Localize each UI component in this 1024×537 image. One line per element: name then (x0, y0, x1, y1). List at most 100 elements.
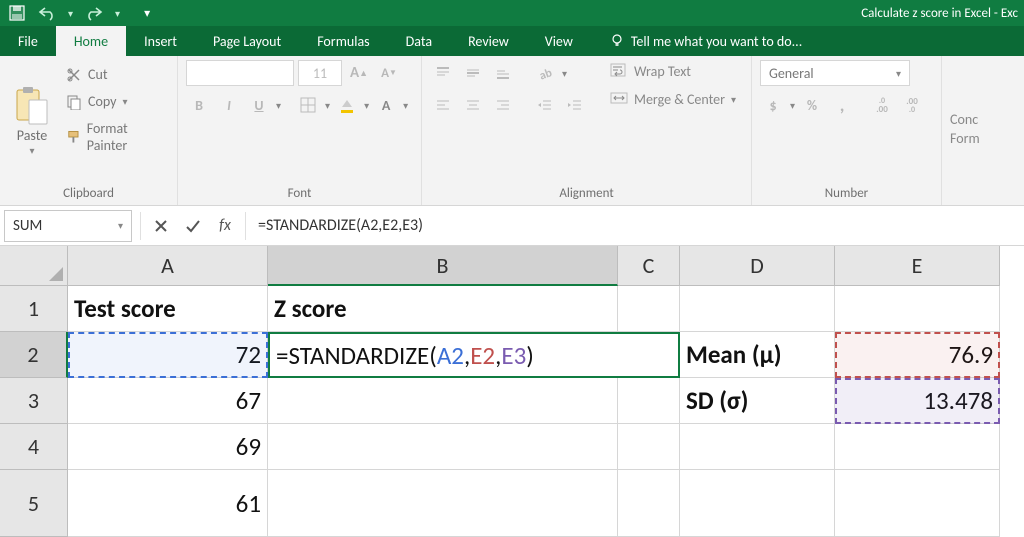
percent-format-icon[interactable]: % (799, 92, 825, 118)
redo-icon[interactable] (83, 5, 105, 21)
cell-C1[interactable] (618, 286, 680, 332)
copy-dropdown-icon: ▾ (122, 95, 127, 108)
cell-E1[interactable] (835, 286, 1000, 332)
cell-B1[interactable]: Z score (268, 286, 618, 332)
align-center-icon[interactable] (460, 92, 486, 118)
cell-A5[interactable]: 61 (68, 470, 268, 537)
paste-label[interactable]: Paste (17, 127, 47, 144)
font-color-dropdown-icon[interactable]: ▾ (403, 99, 408, 112)
cell-A1[interactable]: Test score (68, 286, 268, 332)
bold-button[interactable]: B (186, 92, 212, 118)
cell-E2[interactable]: 76.9 (835, 332, 1000, 378)
accounting-format-icon[interactable]: $ (760, 92, 786, 118)
row-header-2[interactable]: 2 (0, 332, 68, 378)
undo-icon[interactable] (36, 5, 58, 21)
cancel-formula-button[interactable] (145, 210, 177, 242)
undo-dropdown-icon[interactable]: ▾ (68, 7, 73, 20)
decrease-font-icon[interactable]: A▼ (376, 60, 402, 86)
tell-me[interactable]: Tell me what you want to do... (591, 26, 820, 56)
qat-customize-icon[interactable]: ▾ (144, 6, 150, 21)
cell-D5[interactable] (680, 470, 835, 537)
cell-A3[interactable]: 67 (68, 378, 268, 424)
row-header-4[interactable]: 4 (0, 424, 68, 470)
col-header-E[interactable]: E (835, 246, 1000, 286)
cell-edit-B2[interactable]: =STANDARDIZE(A2,E2,E3) (268, 332, 680, 378)
tab-home[interactable]: Home (56, 26, 126, 56)
cut-button[interactable]: Cut (62, 64, 169, 85)
merge-center-label: Merge & Center (634, 91, 725, 108)
increase-indent-icon[interactable] (562, 92, 588, 118)
fill-color-dropdown-icon[interactable]: ▾ (364, 99, 369, 112)
tab-page-layout[interactable]: Page Layout (195, 26, 299, 56)
font-combo[interactable] (186, 60, 294, 86)
cell-D4[interactable] (680, 424, 835, 470)
comma-format-icon[interactable]: , (829, 92, 855, 118)
cell-B4[interactable] (268, 424, 618, 470)
orientation-icon[interactable]: ab (532, 60, 558, 86)
col-header-C[interactable]: C (618, 246, 680, 286)
cell-E3[interactable]: 13.478 (835, 378, 1000, 424)
cell-E5[interactable] (835, 470, 1000, 537)
borders-dropdown-icon[interactable]: ▾ (325, 99, 330, 112)
redo-dropdown-icon[interactable]: ▾ (115, 7, 120, 20)
align-right-icon[interactable] (490, 92, 516, 118)
row-header-1[interactable]: 1 (0, 286, 68, 332)
underline-dropdown-icon[interactable]: ▾ (276, 99, 281, 112)
font-size-combo[interactable]: 11 (298, 60, 342, 86)
enter-formula-button[interactable] (177, 210, 209, 242)
select-all-corner[interactable] (0, 246, 68, 286)
cell-D2[interactable]: Mean (μ) (680, 332, 835, 378)
number-format-combo[interactable]: General ▾ (760, 60, 910, 86)
align-left-icon[interactable] (430, 92, 456, 118)
row-header-5[interactable]: 5 (0, 470, 68, 537)
cell-A4[interactable]: 69 (68, 424, 268, 470)
cell-D3[interactable]: SD (σ) (680, 378, 835, 424)
cell-C5[interactable] (618, 470, 680, 537)
align-middle-icon[interactable] (460, 60, 486, 86)
worksheet[interactable]: A B C D E 1 2 3 4 5 Test score Z score 7… (0, 246, 1024, 537)
insert-function-button[interactable]: fx (209, 210, 241, 242)
format-painter-button[interactable]: Format Painter (62, 118, 169, 156)
decrease-decimal-icon[interactable]: .00.0 (899, 92, 925, 118)
fill-color-icon[interactable] (334, 92, 360, 118)
tab-file[interactable]: File (0, 26, 56, 56)
italic-button[interactable]: I (216, 92, 242, 118)
cell-B5[interactable] (268, 470, 618, 537)
accounting-dropdown-icon[interactable]: ▾ (790, 99, 795, 112)
increase-decimal-icon[interactable]: .0.00 (869, 92, 895, 118)
underline-button[interactable]: U (246, 92, 272, 118)
wrap-text-icon (610, 62, 628, 80)
tab-formulas[interactable]: Formulas (299, 26, 387, 56)
conditional-formatting-button[interactable]: Conc (950, 111, 978, 128)
tab-view[interactable]: View (527, 26, 591, 56)
paste-icon[interactable] (12, 85, 52, 127)
align-bottom-icon[interactable] (490, 60, 516, 86)
cell-A2[interactable]: 72 (68, 332, 268, 378)
tab-review[interactable]: Review (450, 26, 527, 56)
name-box[interactable]: SUM ▾ (4, 210, 132, 242)
font-color-icon[interactable]: A (373, 92, 399, 118)
tab-data[interactable]: Data (388, 26, 450, 56)
cell-E4[interactable] (835, 424, 1000, 470)
format-button[interactable]: Form (950, 130, 980, 147)
decrease-indent-icon[interactable] (532, 92, 558, 118)
merge-center-button[interactable]: Merge & Center ▾ (604, 88, 742, 110)
align-top-icon[interactable] (430, 60, 456, 86)
row-header-3[interactable]: 3 (0, 378, 68, 424)
wrap-text-button[interactable]: Wrap Text (604, 60, 742, 82)
increase-font-icon[interactable]: A▲ (346, 60, 372, 86)
tab-insert[interactable]: Insert (126, 26, 195, 56)
borders-icon[interactable] (295, 92, 321, 118)
cell-B3[interactable] (268, 378, 618, 424)
col-header-D[interactable]: D (680, 246, 835, 286)
cell-C3[interactable] (618, 378, 680, 424)
orientation-dropdown-icon[interactable]: ▾ (562, 67, 567, 80)
paste-dropdown-icon[interactable]: ▾ (29, 144, 34, 157)
col-header-A[interactable]: A (68, 246, 268, 286)
col-header-B[interactable]: B (268, 246, 618, 286)
save-icon[interactable] (8, 4, 26, 22)
cell-D1[interactable] (680, 286, 835, 332)
copy-button[interactable]: Copy ▾ (62, 91, 169, 112)
cell-C4[interactable] (618, 424, 680, 470)
formula-input[interactable] (250, 210, 1024, 242)
